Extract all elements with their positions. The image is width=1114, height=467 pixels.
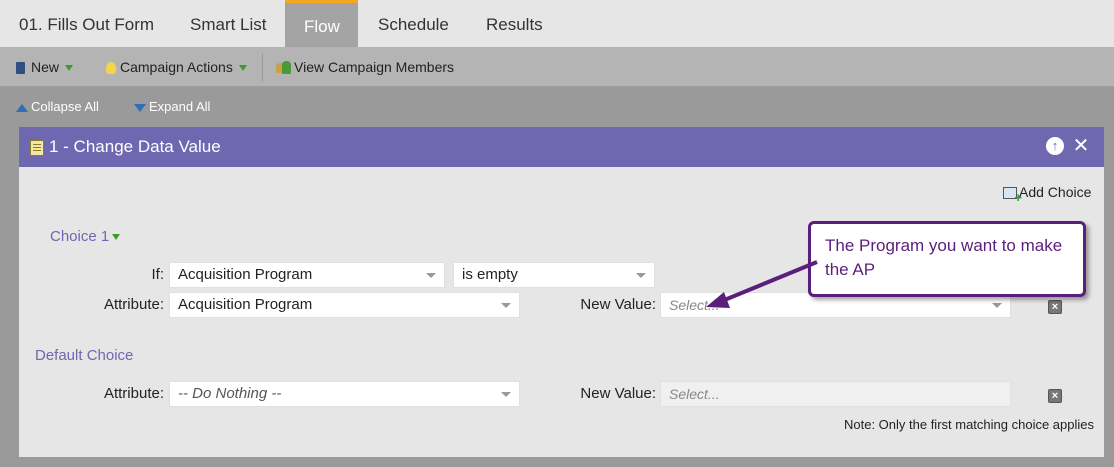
add-choice-icon xyxy=(1003,187,1022,205)
flow-step-header[interactable]: 1 - Change Data Value ↑ ✕ xyxy=(19,127,1104,167)
if-field-select[interactable]: Acquisition Program xyxy=(169,262,445,288)
people-icon xyxy=(276,61,291,75)
chevron-down-icon xyxy=(636,273,646,278)
attribute-value: Acquisition Program xyxy=(178,296,313,313)
new-value-placeholder: Select... xyxy=(669,297,720,313)
new-icon xyxy=(16,62,25,75)
lightbulb-icon xyxy=(106,62,116,75)
matching-choice-note: Note: Only the first matching choice app… xyxy=(843,417,1094,432)
tab-results[interactable]: Results xyxy=(467,0,562,47)
chevron-down-icon xyxy=(426,273,436,278)
attribute-label: Attribute: xyxy=(103,296,164,313)
view-members-label: View Campaign Members xyxy=(294,59,455,75)
if-label: If: xyxy=(151,266,164,283)
collapse-all-button[interactable]: Collapse All xyxy=(16,99,99,114)
expand-all-label: Expand All xyxy=(149,99,211,114)
campaign-actions-button[interactable]: Campaign Actions xyxy=(106,47,247,87)
tab-smart-list[interactable]: Smart List xyxy=(171,0,286,47)
new-menu-button[interactable]: New xyxy=(16,47,74,87)
tab-flow[interactable]: Flow xyxy=(285,0,358,47)
default-attribute-value: -- Do Nothing -- xyxy=(178,385,282,402)
callout-text: The Program you want to make the AP xyxy=(825,236,1063,279)
add-choice-button[interactable]: Add Choice xyxy=(1003,184,1092,205)
campaign-actions-label: Campaign Actions xyxy=(120,59,233,75)
triangle-down-icon xyxy=(134,103,146,112)
add-choice-label: Add Choice xyxy=(1019,184,1092,200)
view-campaign-members-button[interactable]: View Campaign Members xyxy=(276,47,454,87)
choice-1-label: Choice 1 xyxy=(50,228,110,245)
expand-all-button[interactable]: Expand All xyxy=(134,99,210,114)
if-operator-value: is empty xyxy=(462,266,518,283)
dropdown-arrow-icon xyxy=(65,65,74,72)
flow-step-title: 1 - Change Data Value xyxy=(49,137,221,156)
choice-1-toggle[interactable]: Choice 1 xyxy=(50,228,121,245)
collapse-expand-bar: Collapse All Expand All xyxy=(0,87,1114,127)
tab-fills-out-form[interactable]: 01. Fills Out Form xyxy=(0,0,173,47)
annotation-callout: The Program you want to make the AP xyxy=(808,221,1086,297)
delete-default-choice-icon[interactable]: × xyxy=(1048,389,1062,403)
tab-bar: 01. Fills Out Form Smart List Flow Sched… xyxy=(0,0,1114,47)
new-label: New xyxy=(31,59,60,75)
default-choice-label: Default Choice xyxy=(35,347,134,364)
dropdown-arrow-icon xyxy=(238,65,247,72)
default-attribute-label: Attribute: xyxy=(103,385,164,402)
default-new-value-field[interactable]: Select... xyxy=(660,381,1011,407)
attribute-select[interactable]: Acquisition Program xyxy=(169,292,520,318)
default-new-value-placeholder: Select... xyxy=(669,386,720,402)
triangle-up-icon xyxy=(16,103,28,112)
toolbar-divider xyxy=(262,53,263,81)
default-new-value-label: New Value: xyxy=(580,385,656,402)
if-field-value: Acquisition Program xyxy=(178,266,313,283)
toolbar: New Campaign Actions View Campaign Membe… xyxy=(0,47,1114,87)
move-up-icon[interactable]: ↑ xyxy=(1046,137,1064,155)
choice-1-dropdown-icon xyxy=(112,234,121,241)
close-icon[interactable]: ✕ xyxy=(1072,136,1090,156)
collapse-all-label: Collapse All xyxy=(31,99,99,114)
delete-choice-icon[interactable]: × xyxy=(1048,300,1062,314)
chevron-down-icon xyxy=(501,392,511,397)
if-operator-select[interactable]: is empty xyxy=(453,262,655,288)
new-value-label: New Value: xyxy=(580,296,656,313)
flow-step-icon xyxy=(30,140,44,156)
default-attribute-select[interactable]: -- Do Nothing -- xyxy=(169,381,520,407)
chevron-down-icon xyxy=(992,303,1002,308)
chevron-down-icon xyxy=(501,303,511,308)
tab-schedule[interactable]: Schedule xyxy=(359,0,468,47)
